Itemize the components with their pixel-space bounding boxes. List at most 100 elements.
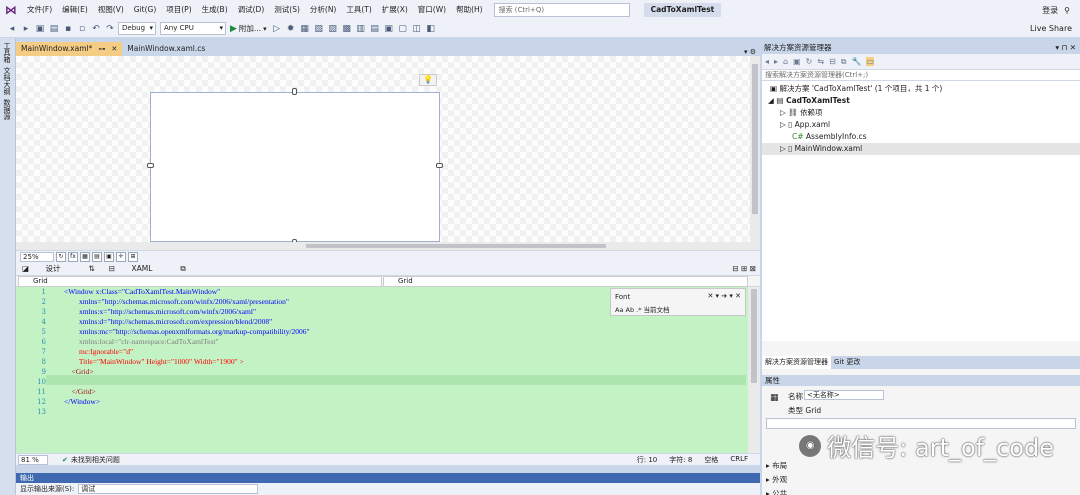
menu-debug[interactable]: 调试(D) (233, 0, 270, 20)
account-icon[interactable]: ⚲ (1064, 6, 1070, 15)
toolbar-icon-1[interactable]: ▦ (299, 23, 311, 35)
design-window-preview[interactable] (147, 88, 443, 246)
toolbar-icon-6[interactable]: ▤ (369, 23, 381, 35)
artboard-icon[interactable]: ▣ (104, 251, 114, 262)
menu-file[interactable]: 文件(F) (22, 0, 57, 20)
tab-solution-explorer[interactable]: 解决方案资源管理器 (762, 356, 831, 369)
properties-wrench-icon[interactable]: 🔧 (852, 57, 862, 66)
toolbar-icon-3[interactable]: ▨ (327, 23, 339, 35)
pending-changes-icon[interactable]: ↻ (806, 57, 813, 66)
editor-vertical-scrollbar[interactable] (748, 287, 760, 453)
menu-git[interactable]: Git(G) (129, 0, 162, 20)
group-common[interactable]: ▸ 公共 (766, 488, 787, 495)
tree-item-app-xaml[interactable]: ▷ ▯ App.xaml (780, 119, 830, 131)
indent-mode[interactable]: 空格 (704, 455, 718, 465)
platform-select[interactable]: Any CPU (160, 22, 226, 35)
solution-search-input[interactable]: 搜索解决方案资源管理器(Ctrl+;) (762, 70, 1080, 81)
effects-toggle[interactable]: fx (68, 251, 78, 262)
preview-icon[interactable]: ▭ (866, 57, 875, 66)
toolbar-icon-8[interactable]: ▢ (397, 23, 409, 35)
attach-dropdown-icon[interactable]: ▾ (263, 25, 267, 33)
tab-overflow-icon[interactable]: ▾ ⚙ (744, 48, 760, 56)
resize-handle-top[interactable] (292, 88, 297, 95)
code-toggle-icon[interactable]: ⊞ (128, 251, 138, 262)
lightbulb-icon[interactable]: 💡 (419, 74, 437, 86)
show-all-files-icon[interactable]: ⧉ (841, 57, 847, 67)
menu-build[interactable]: 生成(B) (197, 0, 233, 20)
tree-solution[interactable]: ▣ 解决方案 'CadToXamlTest' (1 个项目，共 1 个) (770, 83, 942, 95)
undo-icon[interactable]: ↶ (90, 23, 102, 35)
left-scope-select[interactable]: Grid (18, 276, 382, 287)
menu-help[interactable]: 帮助(H) (451, 0, 488, 20)
tab-git-changes[interactable]: Git 更改 (831, 356, 863, 369)
right-scope-select[interactable]: Grid (383, 276, 748, 287)
login-link[interactable]: 登录 (1042, 5, 1058, 16)
save-icon[interactable]: ▪ (62, 23, 74, 35)
visual-studio-logo-icon[interactable]: ⋈ (0, 0, 22, 20)
issues-status[interactable]: 未找到相关问题 (71, 455, 120, 465)
menu-edit[interactable]: 编辑(E) (57, 0, 93, 20)
menu-extensions[interactable]: 扩展(X) (377, 0, 413, 20)
attach-button[interactable]: 附加... (239, 23, 261, 34)
group-layout[interactable]: ▸ 布局 (766, 460, 787, 471)
toolbar-icon-9[interactable]: ◫ (411, 23, 423, 35)
find-scope[interactable]: 当前文档 (644, 306, 670, 314)
configuration-select[interactable]: Debug (118, 22, 156, 35)
expand-arrow-icon[interactable]: ▷ (780, 120, 788, 129)
back-icon[interactable]: ◂ (765, 57, 769, 66)
grid-toggle-icon[interactable]: ▦ (80, 251, 90, 262)
menu-window[interactable]: 窗口(W) (413, 0, 451, 20)
resize-handle-right[interactable] (436, 163, 443, 168)
toolbar-icon-10[interactable]: ◧ (425, 23, 437, 35)
document-outline-tab[interactable]: 文档大纲 (2, 67, 12, 95)
name-input[interactable]: <无名称> (804, 390, 884, 400)
sync-icon[interactable]: ⇆ (817, 57, 824, 66)
home-icon[interactable]: ⌂ (783, 57, 788, 66)
expand-arrow-icon[interactable]: ▷ (780, 108, 788, 117)
panel-controls-icon[interactable]: ▾ ⊓ ✕ (1055, 42, 1080, 54)
open-folder-icon[interactable]: ▤ (48, 23, 60, 35)
group-appearance[interactable]: ▸ 外观 (766, 474, 787, 485)
switch-views-icon[interactable]: ▣ (793, 57, 801, 66)
forward-icon[interactable]: ▸ (20, 23, 32, 35)
toolbar-icon-4[interactable]: ▩ (341, 23, 353, 35)
output-source-select[interactable]: 调试 (78, 484, 259, 494)
menu-project[interactable]: 项目(P) (161, 0, 196, 20)
start-without-debug-icon[interactable]: ▷ (271, 23, 283, 35)
designer-horizontal-scrollbar[interactable] (16, 242, 750, 250)
xaml-code-editor[interactable]: 1 2 3 4 5 6 7 8 9 10 11 12 13 <Window x:… (16, 287, 760, 453)
find-controls-icons[interactable]: ✕ ▾ ➔ ▾ ✕ (707, 292, 741, 300)
popout-icon[interactable]: ⧉ (180, 264, 185, 274)
tab-mainwindow-xaml[interactable]: MainWindow.xaml* ⊶ ✕ (16, 42, 123, 56)
snap-lines-icon[interactable]: ✛ (116, 251, 126, 262)
toolbar-icon-5[interactable]: ▥ (355, 23, 367, 35)
split-layout-icons[interactable]: ⊟ ⊞ ⊠ (732, 264, 756, 273)
live-share-button[interactable]: Live Share (1030, 24, 1072, 33)
tree-item-mainwindow-xaml[interactable]: ▷ ▯ MainWindow.xaml (762, 143, 1080, 155)
menu-view[interactable]: 视图(V) (93, 0, 129, 20)
start-icon[interactable]: ▶ (230, 24, 237, 34)
refresh-icon[interactable]: ↻ (56, 251, 66, 262)
tree-item-assemblyinfo[interactable]: C# AssemblyInfo.cs (792, 131, 867, 143)
editor-zoom-select[interactable]: 81 % (18, 454, 48, 465)
back-icon[interactable]: ◂ (6, 23, 18, 35)
expand-arrow-icon[interactable]: ▷ (780, 144, 788, 153)
line-ending[interactable]: CRLF (730, 455, 748, 465)
find-options[interactable]: Aa Ab .* 当前文档 (615, 304, 670, 314)
data-sources-tab[interactable]: 数据源 (2, 99, 12, 120)
hot-reload-icon[interactable]: ✹ (285, 23, 297, 35)
find-input[interactable]: Font (615, 292, 713, 302)
tree-project[interactable]: ◢ ▤ CadToXamlTest (768, 95, 850, 107)
tab-xaml[interactable]: ⊟ XAML (109, 264, 167, 273)
toolbar-icon-7[interactable]: ▣ (383, 23, 395, 35)
menu-test[interactable]: 测试(S) (269, 0, 305, 20)
menu-analyze[interactable]: 分析(N) (305, 0, 341, 20)
swap-panes-button[interactable]: ⇅ (88, 264, 94, 273)
forward-icon[interactable]: ▸ (774, 57, 778, 66)
find-option-toggles[interactable]: Aa Ab .* (615, 306, 641, 314)
tab-design[interactable]: ◪ 设计 (22, 263, 74, 274)
resize-handle-left[interactable] (147, 163, 154, 168)
snap-grid-icon[interactable]: ▤ (92, 251, 102, 262)
toolbar-icon-2[interactable]: ▧ (313, 23, 325, 35)
xaml-designer-canvas[interactable]: 💡 (16, 56, 760, 250)
